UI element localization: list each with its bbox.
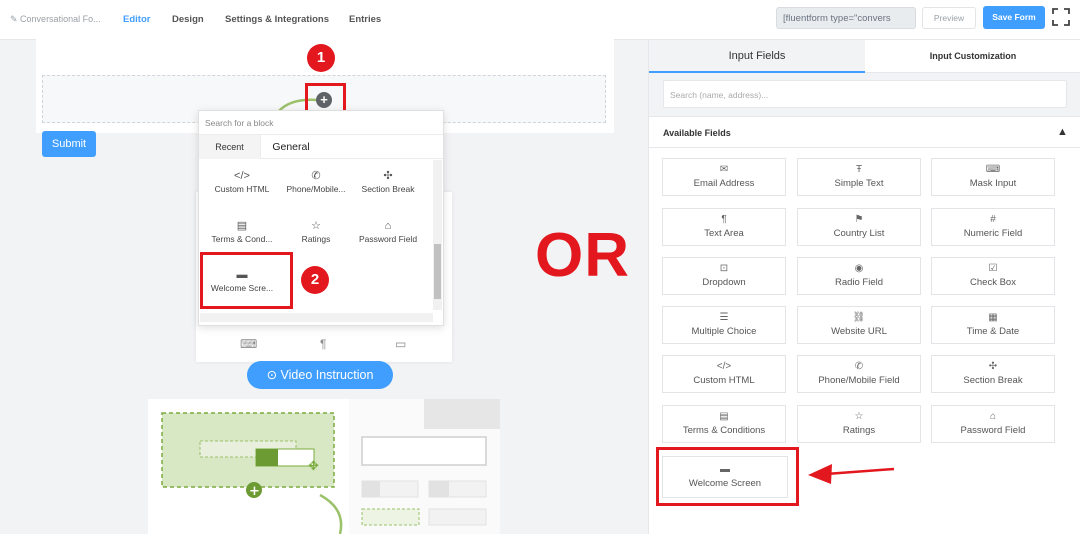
red-arrow-icon xyxy=(808,464,895,484)
field-time-date[interactable]: ▦ Time & Date xyxy=(931,306,1055,344)
field-ratings[interactable]: ☆ Ratings xyxy=(797,405,921,443)
field-mask-input[interactable]: ⌨ Mask Input xyxy=(931,158,1055,196)
form-name-breadcrumb[interactable]: ✎ Conversational Fo... xyxy=(10,14,101,25)
play-icon: ⊙ xyxy=(266,368,281,382)
shortcode-field[interactable]: [fluentform type="convers xyxy=(776,7,916,29)
field-country-list[interactable]: ⚑ Country List xyxy=(797,208,921,246)
field-simple-text[interactable]: Ŧ Simple Text xyxy=(797,158,921,196)
tab-input-fields[interactable]: Input Fields xyxy=(649,40,865,73)
tab-entries[interactable]: Entries xyxy=(349,14,381,25)
chevron-up-icon[interactable]: ▲ xyxy=(1057,126,1068,138)
block-search-input[interactable]: Search for a block xyxy=(199,111,443,135)
lock-icon: ⌂ xyxy=(384,220,392,232)
field-password-field[interactable]: ⌂ Password Field xyxy=(931,405,1055,443)
field-section-break[interactable]: ✣ Section Break xyxy=(931,355,1055,393)
field-radio-field[interactable]: ◉ Radio Field xyxy=(797,257,921,295)
picker-tabs: Recent General xyxy=(199,135,443,159)
puzzle-icon: ✣ xyxy=(383,170,393,182)
flag-icon: ⚑ xyxy=(854,214,864,225)
star-icon: ☆ xyxy=(311,220,321,232)
paragraph-icon: ¶ xyxy=(721,214,727,225)
svg-text:+: + xyxy=(249,484,260,499)
picker-horizontal-scrollbar[interactable] xyxy=(200,313,433,322)
picker-vertical-scrollbar[interactable] xyxy=(433,160,442,310)
or-separator-text: OR xyxy=(535,221,630,290)
field-terms-conditions[interactable]: ▤ Terms & Conditions xyxy=(662,405,786,443)
instruction-illustration-graphic: ✥ + xyxy=(161,399,500,534)
video-instruction-button[interactable]: ⊙ Video Instruction xyxy=(247,361,393,389)
available-fields-label: Available Fields xyxy=(663,128,731,138)
text-icon: Ŧ xyxy=(855,164,863,175)
tab-input-customization[interactable]: Input Customization xyxy=(865,40,1080,73)
highlight-box-welcome-block xyxy=(200,252,293,309)
tab-design[interactable]: Design xyxy=(172,14,204,25)
scrollbar-thumb[interactable] xyxy=(434,244,441,299)
tab-editor[interactable]: Editor xyxy=(123,14,150,25)
block-ratings[interactable]: ☆ Ratings xyxy=(278,218,354,244)
edit-pencil-icon: ✎ xyxy=(10,14,21,24)
keyboard-icon: ⌨ xyxy=(240,337,258,351)
star-icon: ☆ xyxy=(854,411,864,422)
phone-icon: ✆ xyxy=(311,170,321,182)
code-icon: </> xyxy=(234,170,250,182)
step-badge-1: 1 xyxy=(307,44,335,72)
card-icon: ▭ xyxy=(395,337,407,351)
field-website-url[interactable]: ⛓ Website URL xyxy=(797,306,921,344)
block-password-field[interactable]: ⌂ Password Field xyxy=(350,218,426,244)
hash-icon: # xyxy=(990,214,996,225)
field-text-area[interactable]: ¶ Text Area xyxy=(662,208,786,246)
block-phone-mobile[interactable]: ✆ Phone/Mobile... xyxy=(278,168,354,194)
fields-search-input[interactable]: Search (name, address)... xyxy=(663,80,1067,108)
tab-settings-integrations[interactable]: Settings & Integrations xyxy=(225,14,329,25)
block-terms-conditions[interactable]: ▤ Terms & Cond... xyxy=(204,218,280,244)
block-section-break[interactable]: ✣ Section Break xyxy=(350,168,426,194)
keyboard-icon: ⌨ xyxy=(985,164,1001,175)
field-numeric-field[interactable]: # Numeric Field xyxy=(931,208,1055,246)
block-custom-html[interactable]: </> Custom HTML xyxy=(204,168,280,194)
available-fields-header[interactable]: Available Fields ▲ xyxy=(649,116,1080,148)
highlight-box-welcome-field xyxy=(656,447,799,506)
checkbox-icon: ☑ xyxy=(988,263,998,274)
field-check-box[interactable]: ☑ Check Box xyxy=(931,257,1055,295)
calendar-icon: ▦ xyxy=(988,312,998,323)
preview-button[interactable]: Preview xyxy=(922,7,976,29)
tab-recent[interactable]: Recent xyxy=(199,135,261,159)
fullscreen-icon[interactable] xyxy=(1052,8,1070,26)
svg-text:✥: ✥ xyxy=(308,459,319,474)
puzzle-icon: ✣ xyxy=(988,361,998,372)
paragraph-icon: ¶ xyxy=(320,337,327,351)
lock-icon: ⌂ xyxy=(989,411,997,422)
document-icon: ▤ xyxy=(236,220,248,232)
code-icon: </> xyxy=(716,361,732,372)
field-dropdown[interactable]: ⊡ Dropdown xyxy=(662,257,786,295)
field-email-address[interactable]: ✉ Email Address xyxy=(662,158,786,196)
link-icon: ⛓ xyxy=(852,312,866,323)
document-icon: ▤ xyxy=(719,411,729,422)
save-form-button[interactable]: Save Form xyxy=(983,6,1045,29)
phone-icon: ✆ xyxy=(854,361,864,372)
submit-button[interactable]: Submit xyxy=(42,131,96,157)
list-icon: ☰ xyxy=(719,312,729,323)
envelope-icon: ✉ xyxy=(719,164,729,175)
dropdown-icon: ⊡ xyxy=(719,263,729,274)
tab-general[interactable]: General xyxy=(261,135,321,159)
step-badge-2: 2 xyxy=(301,266,329,294)
field-phone-mobile[interactable]: ✆ Phone/Mobile Field xyxy=(797,355,921,393)
field-custom-html[interactable]: </> Custom HTML xyxy=(662,355,786,393)
field-multiple-choice[interactable]: ☰ Multiple Choice xyxy=(662,306,786,344)
radio-icon: ◉ xyxy=(854,263,864,274)
